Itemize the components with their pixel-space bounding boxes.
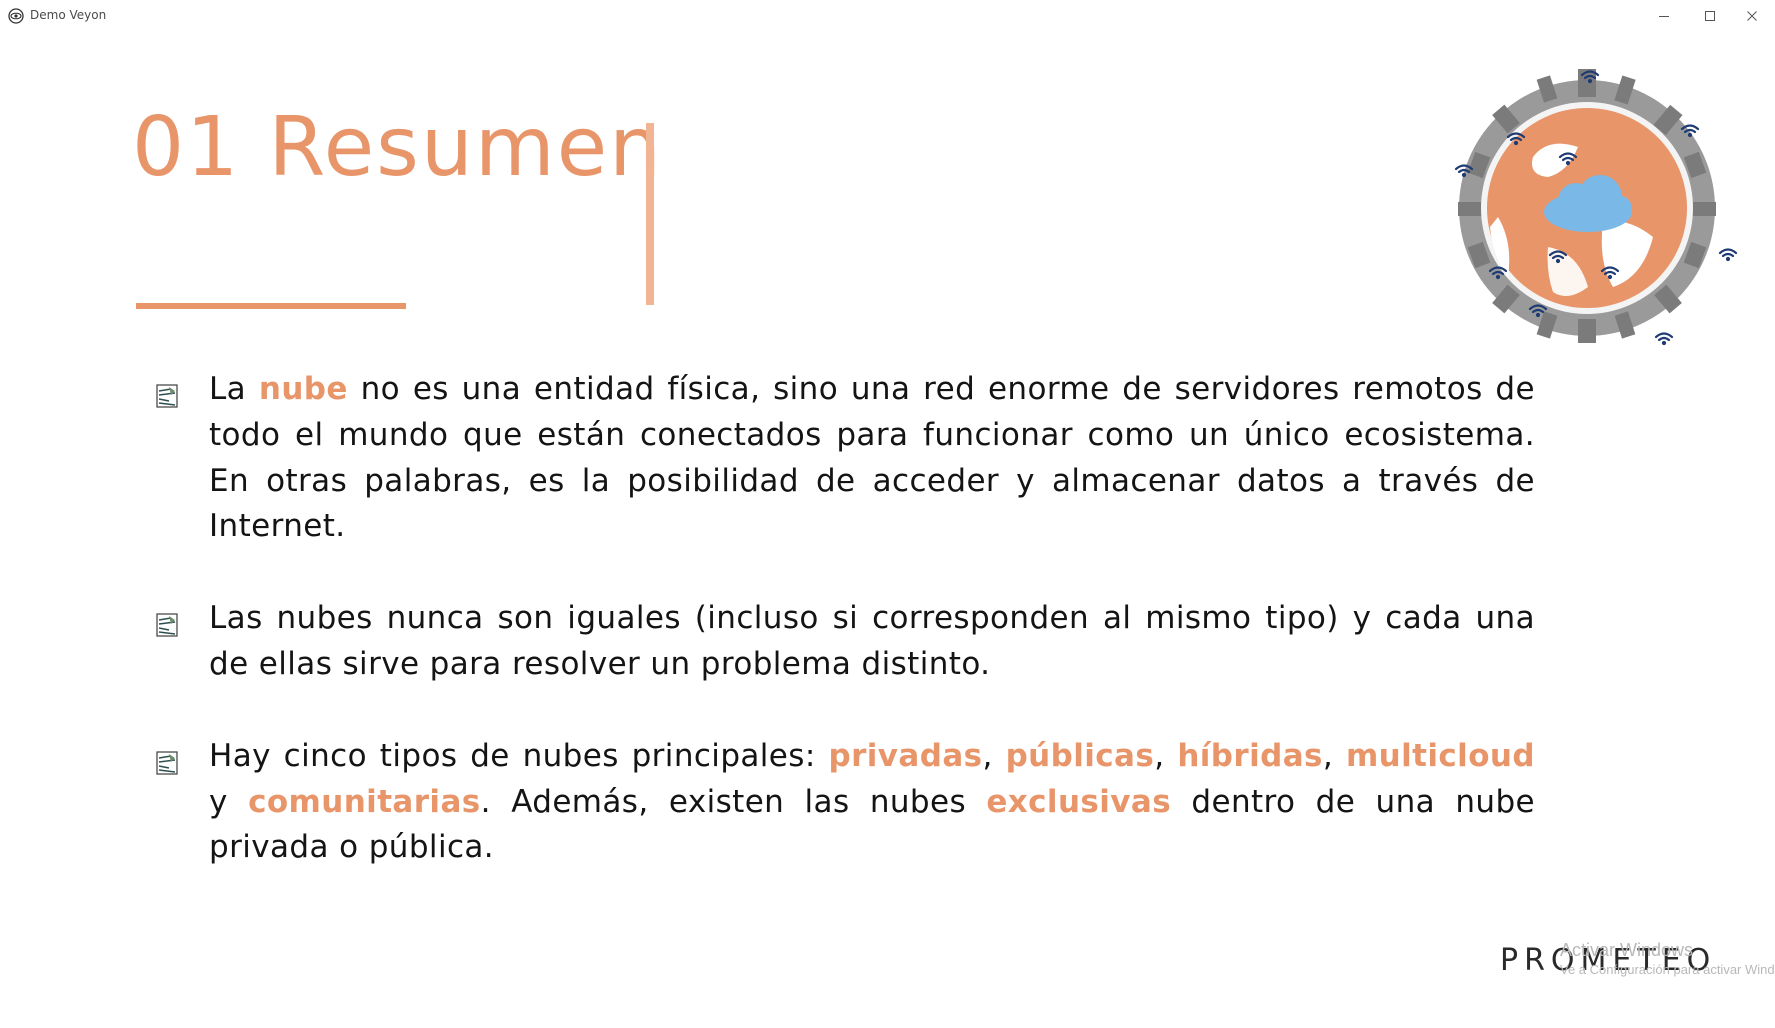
bullet-text: Las nubes nunca son iguales (incluso si …	[209, 600, 1535, 682]
watermark-title: Activar Windows	[1560, 940, 1694, 960]
highlighted-term: comunitarias	[248, 783, 481, 820]
bullet-text: Hay cinco tipos de nubes principales: pr…	[209, 738, 1535, 866]
bullet-marker-icon	[155, 744, 179, 775]
bullet-text-segment: ,	[1322, 737, 1346, 774]
highlighted-term: públicas	[1005, 737, 1155, 774]
bullet-marker-icon	[155, 606, 179, 637]
close-icon	[1746, 10, 1758, 22]
minimize-button[interactable]	[1641, 0, 1687, 31]
bullet-item: Hay cinco tipos de nubes principales: pr…	[155, 734, 1535, 871]
windows-activation-watermark: Activar Windows Ve a Configuración para …	[1560, 939, 1775, 979]
slide-heading: 01 Resumen	[132, 100, 664, 195]
bullet-text-segment: y	[209, 783, 249, 820]
heading-accent-bar	[646, 123, 654, 305]
bullet-text-segment: Hay cinco tipos de nubes principales:	[209, 737, 829, 774]
eye-icon	[8, 8, 24, 24]
heading-underline	[136, 303, 406, 309]
highlighted-term: privadas	[828, 737, 983, 774]
maximize-icon	[1704, 10, 1716, 22]
window-title: Demo Veyon	[30, 8, 107, 22]
bullet-marker-icon	[155, 377, 179, 408]
bullet-item: La nube no es una entidad física, sino u…	[155, 367, 1535, 550]
title-bar[interactable]: Demo Veyon	[0, 0, 1775, 32]
bullet-text-segment: . Además, existen las nubes	[480, 783, 987, 820]
bullet-list: La nube no es una entidad física, sino u…	[155, 367, 1535, 917]
minimize-icon	[1658, 10, 1670, 22]
highlighted-term: híbridas	[1177, 737, 1323, 774]
bullet-text-segment: Las nubes nunca son iguales (incluso si …	[209, 600, 1535, 682]
bullet-text-segment: no es una entidad física, sino una red e…	[209, 371, 1535, 545]
globe-cloud-icon	[1428, 47, 1746, 365]
bullet-item: Las nubes nunca son iguales (incluso si …	[155, 596, 1535, 688]
watermark-subtitle: Ve a Configuración para activar Windows.	[1560, 962, 1775, 977]
bullet-text-segment: La	[209, 371, 259, 407]
highlighted-term: multicloud	[1345, 737, 1535, 774]
bullet-text-segment: ,	[1154, 737, 1178, 774]
presentation-slide: 01 Resumen La nube no es una entidad fís…	[0, 31, 1775, 1028]
highlighted-term: exclusivas	[986, 783, 1172, 820]
app-window: Demo Veyon 01 Resumen La nube no es una …	[0, 0, 1775, 1028]
bullet-text: La nube no es una entidad física, sino u…	[209, 371, 1535, 544]
close-button[interactable]	[1729, 0, 1775, 31]
maximize-button[interactable]	[1687, 0, 1733, 31]
highlighted-term: nube	[258, 371, 348, 407]
bullet-text-segment: ,	[982, 737, 1006, 774]
